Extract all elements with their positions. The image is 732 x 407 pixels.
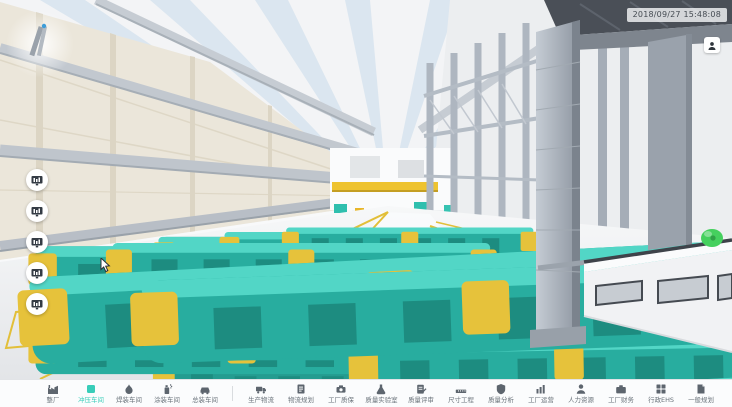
right-lattice-structure: [424, 23, 629, 241]
review-clipboard-icon: [415, 383, 427, 395]
kpi-panel-button-1[interactable]: [26, 169, 48, 191]
module-quality-analysis[interactable]: 质量分析: [481, 383, 521, 404]
module-buttons: 生产物流 物流规划 工厂质保 质量实验室 质量评审 尺寸工程: [241, 383, 721, 404]
painting-icon: [161, 383, 173, 395]
module-factory-quality[interactable]: 工厂质保: [321, 383, 361, 404]
viewer-stage: 2018/09/27 15:48:08: [0, 0, 732, 407]
module-quality-review[interactable]: 质量评审: [401, 383, 441, 404]
tab-assembly-shop[interactable]: 总装车间: [186, 383, 224, 404]
document-icon: [695, 383, 707, 395]
wall-light-glow: [6, 10, 74, 78]
flask-icon: [375, 383, 387, 395]
person-icon: [575, 383, 587, 395]
kpi-panel-button-2[interactable]: [26, 200, 48, 222]
module-quality-lab[interactable]: 质量实验室: [361, 383, 401, 404]
user-button[interactable]: [704, 37, 720, 53]
dashboard-icon: [31, 233, 43, 252]
briefcase-icon: [615, 383, 627, 395]
chart-bars-icon: [535, 383, 547, 395]
tab-welding-shop[interactable]: 焊装车间: [110, 383, 148, 404]
timestamp: 2018/09/27 15:48:08: [627, 8, 727, 22]
stamping-icon: [85, 383, 97, 395]
green-marker[interactable]: [701, 229, 723, 247]
logistics-plan-icon: [295, 383, 307, 395]
assembly-car-icon: [199, 383, 211, 395]
kpi-panel-button-4[interactable]: [26, 262, 48, 284]
dashboard-icon: [31, 202, 43, 221]
kpi-panel-button-5[interactable]: [26, 293, 48, 315]
shield-icon: [495, 383, 507, 395]
module-production-logistics[interactable]: 生产物流: [241, 383, 281, 404]
kpi-panel-button-3[interactable]: [26, 231, 48, 253]
factory-3d-scene[interactable]: [0, 0, 732, 379]
truck-icon: [255, 383, 267, 395]
side-panel-buttons: [26, 169, 48, 315]
user-icon: [707, 36, 717, 55]
far-press-line: [330, 148, 456, 215]
grid-icon: [655, 383, 667, 395]
factory-icon: [47, 383, 59, 395]
welding-icon: [123, 383, 135, 395]
module-factory-operation[interactable]: 工厂运营: [521, 383, 561, 404]
module-factory-finance[interactable]: 工厂财务: [601, 383, 641, 404]
module-human-resources[interactable]: 人力资源: [561, 383, 601, 404]
module-admin-ehs[interactable]: 行政EHS: [641, 383, 681, 404]
ruler-icon: [455, 383, 467, 395]
tab-painting-shop[interactable]: 涂装车间: [148, 383, 186, 404]
dashboard-icon: [31, 264, 43, 283]
module-dimension-engineering[interactable]: 尺寸工程: [441, 383, 481, 404]
camera-icon: [335, 383, 347, 395]
dashboard-icon: [31, 171, 43, 190]
bottom-toolbar: 整厂 冲压车间 焊装车间 涂装车间 总装车间 生产物流: [0, 379, 732, 407]
toolbar-divider: [232, 386, 233, 401]
module-logistics-planning[interactable]: 物流规划: [281, 383, 321, 404]
dashboard-icon: [31, 295, 43, 314]
tab-stamping-shop[interactable]: 冲压车间: [72, 383, 110, 404]
workshop-tabs: 整厂 冲压车间 焊装车间 涂装车间 总装车间: [34, 383, 224, 404]
tab-whole-plant[interactable]: 整厂: [34, 383, 72, 404]
module-general-planning[interactable]: 一般规划: [681, 383, 721, 404]
